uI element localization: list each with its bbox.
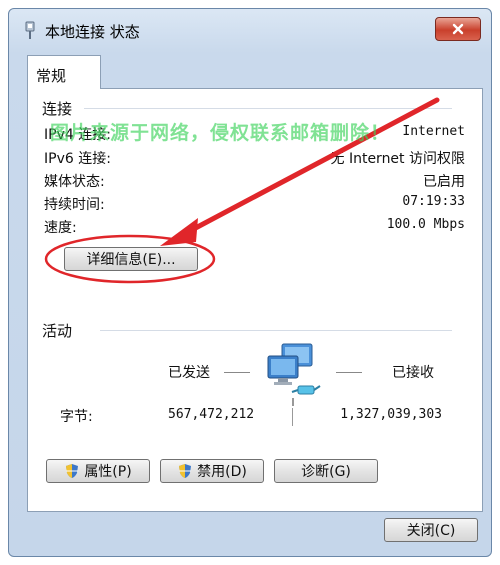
highlight-ellipse — [44, 234, 216, 284]
watermark-text: 图片来源于网络，侵权联系邮箱删除！ — [50, 122, 391, 144]
annotation-arrowhead — [160, 218, 198, 246]
tab-general[interactable]: 常规 — [27, 55, 101, 89]
